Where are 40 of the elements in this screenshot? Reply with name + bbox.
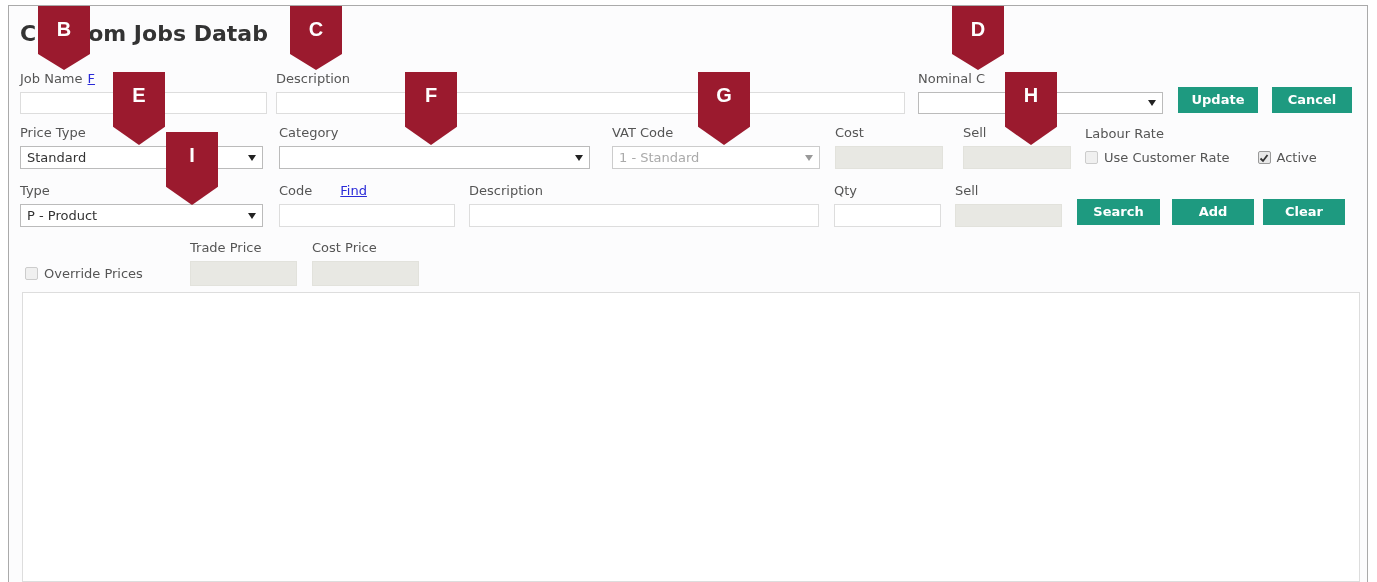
page-title: C xyxy=(20,19,37,48)
input-field[interactable] xyxy=(279,204,455,227)
action-button[interactable]: Cancel xyxy=(1272,87,1352,113)
page-title: om Jobs Datab xyxy=(88,19,268,48)
field-label: Price Type xyxy=(20,124,86,143)
checkbox-label: Use Customer Rate xyxy=(1104,148,1230,167)
field-label: Sell xyxy=(963,124,987,143)
field-label: Job Name xyxy=(20,70,83,89)
action-button[interactable]: Update xyxy=(1178,87,1258,113)
dropdown-arrow-icon xyxy=(248,212,256,219)
select-field[interactable] xyxy=(279,146,590,169)
field-label: Description xyxy=(469,182,544,201)
dropdown-arrow-icon xyxy=(575,154,583,161)
field-label: Category xyxy=(279,124,339,143)
field-label: Description xyxy=(276,70,351,89)
field-label: Sell xyxy=(955,182,979,201)
action-button[interactable]: Clear xyxy=(1263,199,1345,225)
checkbox-label: Active xyxy=(1276,148,1317,167)
field-label: Trade Price xyxy=(190,239,262,258)
field-label: Type xyxy=(20,182,50,201)
field-label: Cost xyxy=(835,124,864,143)
action-button[interactable]: Add xyxy=(1172,199,1254,225)
checkbox[interactable] xyxy=(25,267,38,280)
field-label: Code xyxy=(279,182,313,201)
field-label: Nominal C xyxy=(918,70,985,89)
dropdown-arrow-icon xyxy=(1148,100,1156,106)
select-field[interactable]: P - Product xyxy=(20,204,263,227)
field-label: Cost Price xyxy=(312,239,377,258)
field-label: Qty xyxy=(834,182,858,201)
input-field[interactable] xyxy=(834,204,941,227)
field-label: VAT Code xyxy=(612,124,674,143)
input-field[interactable] xyxy=(469,204,819,227)
checkbox-label: Override Prices xyxy=(44,264,143,283)
field-label: Labour Rate xyxy=(1085,125,1165,142)
checkbox[interactable] xyxy=(1085,151,1098,164)
action-button[interactable]: Search xyxy=(1077,199,1160,225)
find-link[interactable]: F xyxy=(87,69,95,89)
dropdown-arrow-icon xyxy=(805,154,813,161)
dropdown-arrow-icon xyxy=(248,154,256,161)
find-link[interactable]: Find xyxy=(340,181,367,201)
